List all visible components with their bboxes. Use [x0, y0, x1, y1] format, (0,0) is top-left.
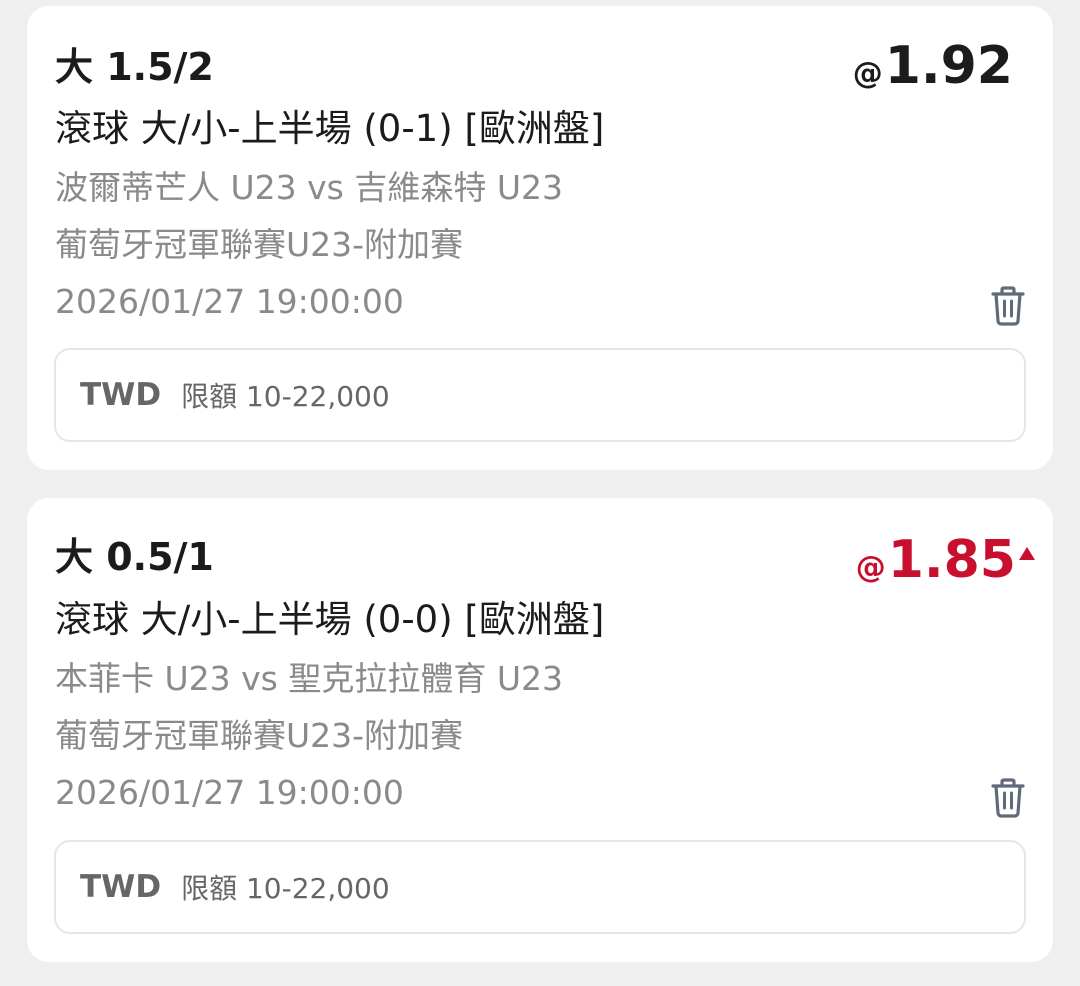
bet-selection: 大 0.5/1: [55, 535, 214, 579]
market-type: 滾球 大/小-上半場 (0-1) [歐洲盤]: [55, 107, 605, 150]
odds-prefix: @: [855, 550, 886, 585]
league-name: 葡萄牙冠軍聯賽U23-附加賽: [55, 225, 464, 264]
match-datetime: 2026/01/27 19:00:00: [55, 282, 404, 321]
currency-label: TWD: [80, 869, 162, 905]
stake-input[interactable]: TWD 限額 10-22,000: [54, 840, 1026, 934]
currency-label: TWD: [80, 377, 162, 413]
odds-display: @ 1.85: [856, 534, 1035, 586]
match-teams: 本菲卡 U23 vs 聖克拉拉體育 U23: [55, 659, 563, 698]
league-name: 葡萄牙冠軍聯賽U23-附加賽: [55, 716, 464, 755]
trash-icon[interactable]: [989, 778, 1027, 818]
bet-selection: 大 1.5/2: [55, 45, 214, 89]
stake-limit-placeholder: 限額 10-22,000: [181, 872, 390, 905]
bet-slip-card: 大 0.5/1 @ 1.85 滾球 大/小-上半場 (0-0) [歐洲盤] 本菲…: [27, 498, 1053, 962]
arrow-up-icon: [1019, 547, 1035, 560]
odds-display: @ 1.92: [853, 40, 1013, 92]
bet-slip-card: 大 1.5/2 @ 1.92 滾球 大/小-上半場 (0-1) [歐洲盤] 波爾…: [27, 6, 1053, 470]
trash-icon[interactable]: [989, 286, 1027, 326]
match-teams: 波爾蒂芒人 U23 vs 吉維森特 U23: [55, 168, 563, 207]
odds-value: 1.92: [884, 36, 1013, 96]
match-datetime: 2026/01/27 19:00:00: [55, 773, 404, 812]
odds-prefix: @: [852, 56, 883, 91]
odds-value: 1.85: [887, 530, 1016, 590]
stake-limit-placeholder: 限額 10-22,000: [181, 380, 390, 413]
stake-input[interactable]: TWD 限額 10-22,000: [54, 348, 1026, 442]
market-type: 滾球 大/小-上半場 (0-0) [歐洲盤]: [55, 598, 605, 641]
